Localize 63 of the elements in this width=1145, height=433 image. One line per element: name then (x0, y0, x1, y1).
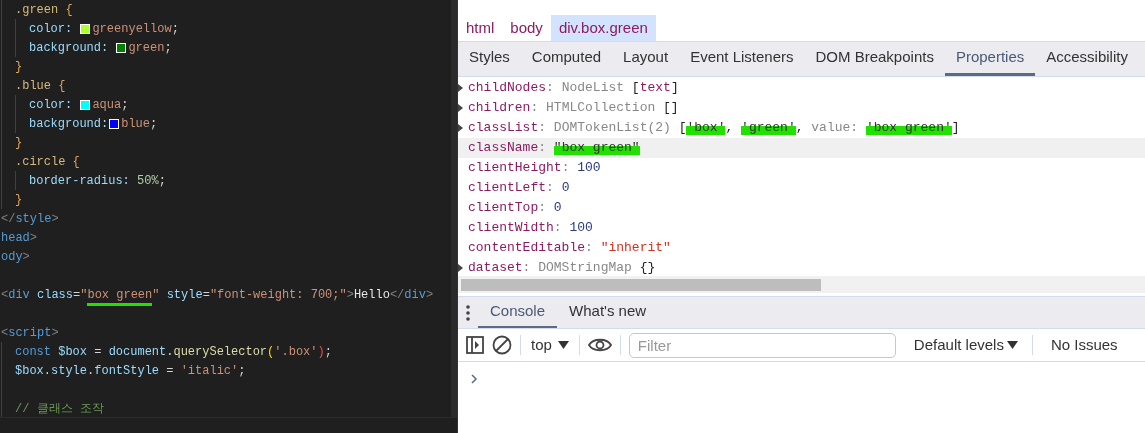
expand-arrow-icon[interactable] (458, 124, 463, 132)
expand-arrow-icon[interactable] (458, 104, 463, 112)
code-text: color: (29, 96, 74, 114)
panel-tab[interactable]: Styles (458, 42, 521, 76)
code-text: .circle { (15, 153, 80, 171)
context-dropdown[interactable]: top (529, 333, 571, 357)
property-text[interactable]: clientWidth: 100 (468, 218, 593, 238)
eye-icon[interactable] (587, 337, 612, 353)
code-text: } (15, 191, 23, 209)
code-text: blue; (121, 115, 158, 133)
code-text: // 클래스 조작 (15, 400, 104, 418)
code-text: <div class="box green" style="font-weight: 700;">Hello</div> (1, 285, 434, 304)
expand-arrow-icon[interactable] (458, 84, 463, 92)
property-text[interactable]: clientLeft: 0 (468, 178, 570, 198)
code-text: <script> (1, 324, 59, 342)
property-text[interactable]: clientHeight: 100 (468, 158, 601, 178)
more-menu-icon[interactable] (466, 304, 470, 321)
issues-button[interactable]: No Issues (1048, 333, 1120, 357)
code-text: aqua; (92, 96, 129, 114)
code-text: background: (29, 115, 109, 133)
property-text[interactable]: childNodes: NodeList [text] (468, 78, 679, 98)
property-text[interactable]: contentEditable: "inherit" (468, 238, 671, 258)
property-text[interactable]: clientTop: 0 (468, 198, 562, 218)
levels-dropdown[interactable]: Default levels (911, 333, 1020, 357)
breadcrumb[interactable]: html (458, 15, 503, 41)
code-text: background: (29, 39, 110, 57)
clear-console-icon[interactable] (492, 335, 512, 355)
color-swatch[interactable] (80, 99, 91, 110)
code-text: const $box = document.querySelector('.box'); (15, 343, 332, 361)
code-text: </style> (1, 210, 59, 228)
color-swatch[interactable] (109, 118, 120, 129)
prompt-icon (470, 372, 478, 385)
color-swatch[interactable] (80, 23, 91, 34)
property-text[interactable]: dataset: DOMStringMap {} (468, 258, 656, 278)
code-text: border-radius: 50%; (29, 172, 166, 190)
code-text: color: (29, 20, 74, 38)
panel-tab[interactable]: Accessibility (1035, 42, 1139, 76)
panel-tab[interactable]: Layout (612, 42, 680, 76)
panel-tab[interactable]: DOM Breakpoints (804, 42, 945, 76)
expand-arrow-icon[interactable] (458, 264, 463, 272)
panel-tab[interactable]: Event Listeners (679, 42, 805, 76)
sidebar-toggle-icon[interactable] (466, 336, 484, 354)
caret-icon (1006, 341, 1018, 349)
code-text: } (15, 134, 23, 152)
code-text: .green { (15, 1, 73, 19)
code-text: green; (128, 39, 172, 57)
drawer-tab[interactable]: What's new (557, 297, 659, 328)
breadcrumb[interactable]: div.box.green (550, 15, 656, 41)
scrollbar-thumb[interactable] (461, 278, 821, 291)
code-text: ody> (1, 248, 30, 266)
color-swatch[interactable] (116, 42, 127, 53)
code-text: $box.style.fontStyle = 'italic'; (15, 362, 246, 380)
drawer-tab[interactable]: Console (478, 297, 558, 328)
breadcrumb[interactable]: body (502, 15, 551, 41)
caret-icon (557, 341, 569, 349)
code-text: } (15, 58, 23, 76)
code-text: greenyellow; (92, 20, 179, 38)
property-text[interactable]: children: HTMLCollection [] (468, 98, 679, 118)
code-text: .blue { (15, 77, 66, 95)
panel-tab[interactable]: Computed (520, 42, 613, 76)
code-text: head> (1, 229, 37, 247)
panel-tab[interactable]: Properties (944, 42, 1036, 76)
filter-field[interactable]: Filter (628, 332, 896, 358)
